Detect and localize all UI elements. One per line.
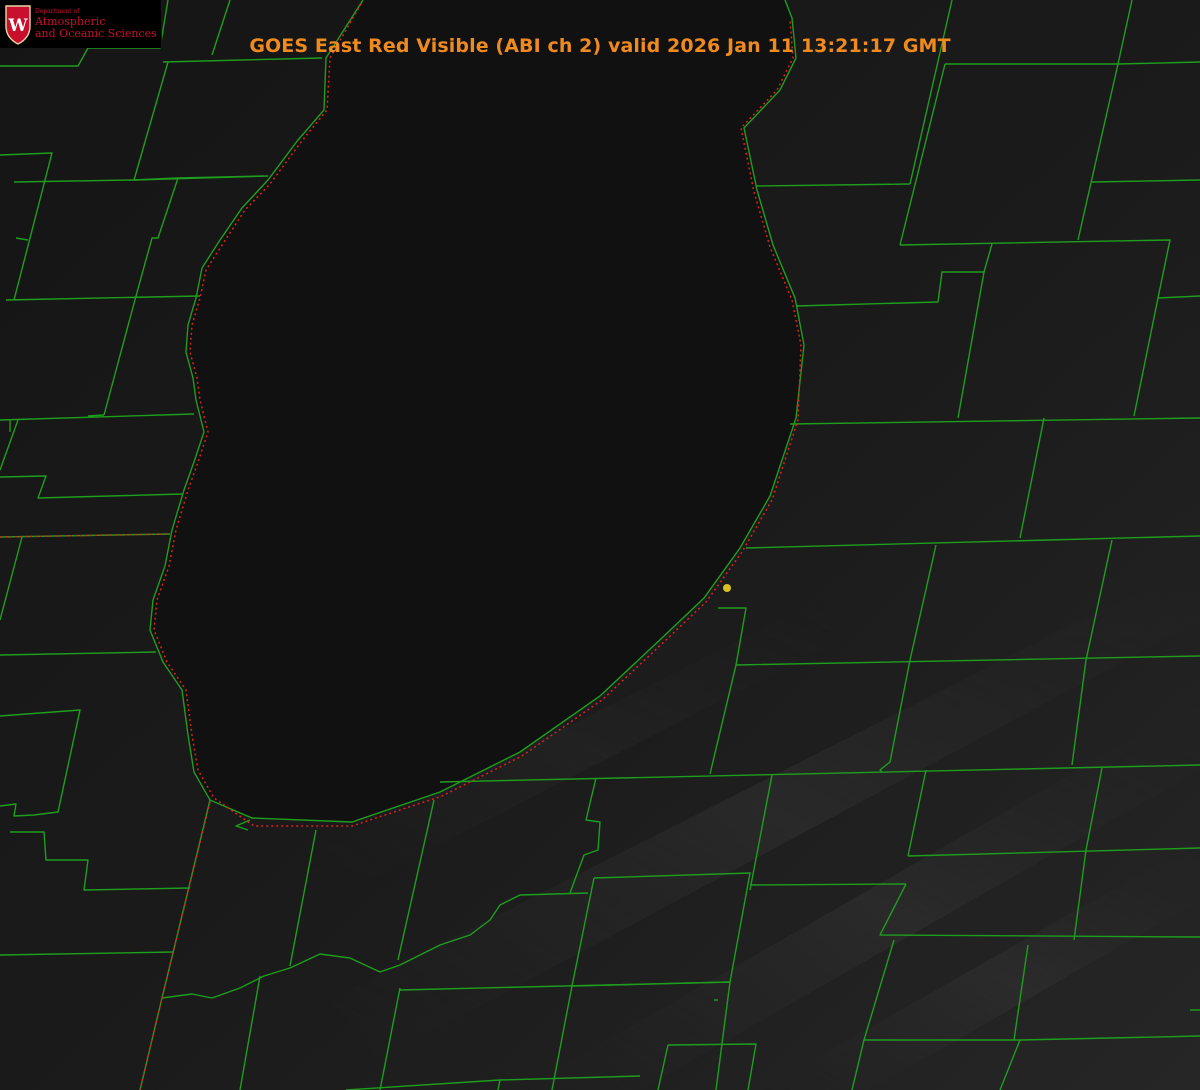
logo-line-1: Atmospheric: [35, 15, 106, 28]
crest-letter: W: [7, 16, 28, 36]
satellite-image-viewer: W Department of Atmospheric and Oceanic …: [0, 0, 1200, 1090]
satellite-map: [0, 0, 1200, 1090]
image-title: GOES East Red Visible (ABI ch 2) valid 2…: [249, 35, 951, 57]
location-dot-icon: [723, 584, 731, 592]
